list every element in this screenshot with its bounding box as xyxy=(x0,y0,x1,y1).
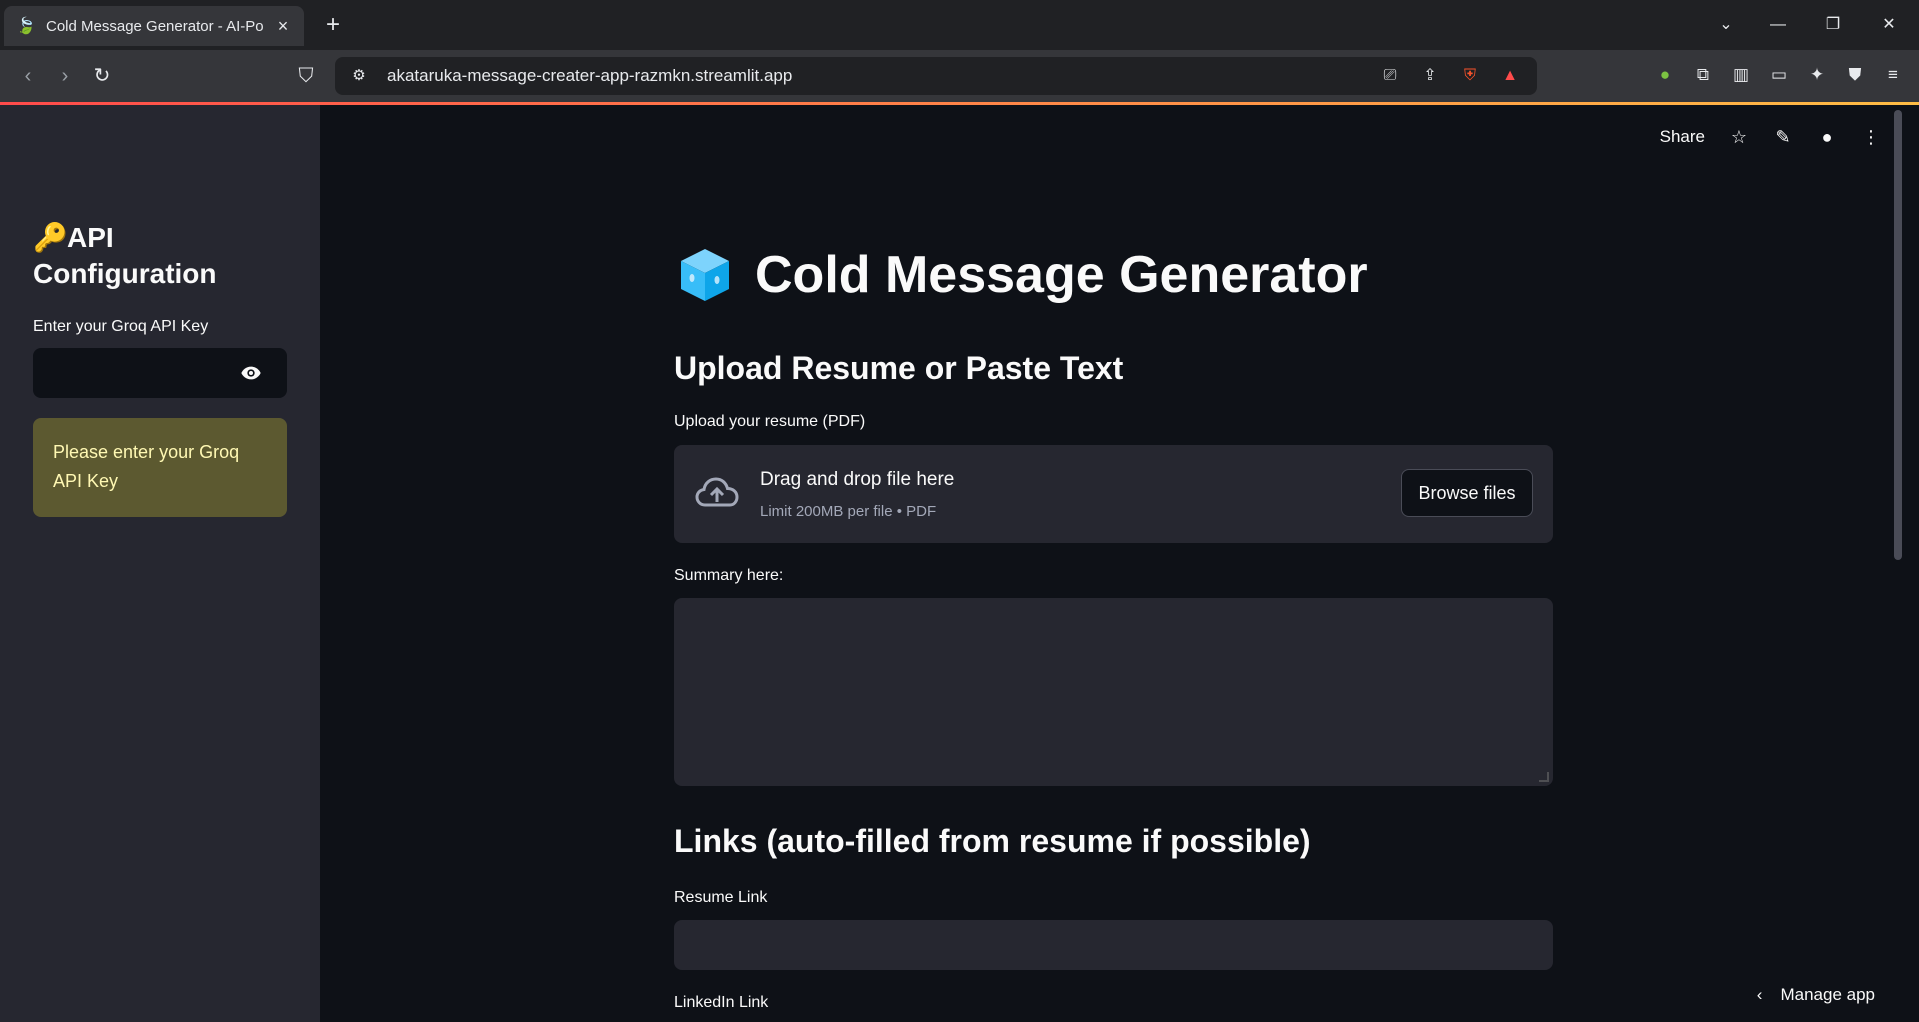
brave-shields-icon[interactable]: ⛨ xyxy=(1457,63,1483,89)
api-key-input[interactable] xyxy=(33,348,287,398)
url-text[interactable]: akataruka-message-creater-app-razmkn.str… xyxy=(387,66,1377,86)
brave-rewards-icon[interactable]: ▲ xyxy=(1497,63,1523,89)
chevron-left-icon: ‹ xyxy=(1756,985,1763,1004)
linkedin-link-label: LinkedIn Link xyxy=(674,994,769,1011)
upload-label: Upload your resume (PDF) xyxy=(674,413,866,430)
links-section-heading: Links (auto-filled from resume if possib… xyxy=(674,823,1311,859)
browse-files-button[interactable]: Browse files xyxy=(1401,469,1533,517)
tab-title: Cold Message Generator - AI-Po xyxy=(46,17,264,35)
ice-cube-icon xyxy=(681,249,729,301)
upload-section-heading: Upload Resume or Paste Text xyxy=(674,350,1124,386)
cloud-upload-icon xyxy=(695,477,739,507)
leo-ai-icon[interactable]: ✦ xyxy=(1805,62,1829,88)
summary-textarea[interactable] xyxy=(674,598,1553,786)
forward-icon[interactable]: › xyxy=(51,62,79,90)
star-icon[interactable]: ☆ xyxy=(1729,127,1749,147)
show-password-icon[interactable] xyxy=(239,362,263,384)
file-dropzone[interactable]: Drag and drop file here Limit 200MB per … xyxy=(674,445,1553,543)
edit-icon[interactable]: ✎ xyxy=(1773,127,1793,147)
reload-icon[interactable]: ↻ xyxy=(88,62,116,90)
main-content: Share ☆ ✎ ● ⋮ Cold Message Generator Upl… xyxy=(320,105,1905,1022)
share-page-icon[interactable]: ⇪ xyxy=(1417,63,1443,89)
menu-icon[interactable]: ≡ xyxy=(1881,62,1905,88)
github-icon[interactable]: ● xyxy=(1817,127,1837,147)
back-icon[interactable]: ‹ xyxy=(14,62,42,90)
sidebar-toggle-icon[interactable]: ▥ xyxy=(1729,62,1753,88)
summary-label: Summary here: xyxy=(674,567,784,584)
extensions-puzzle-icon[interactable]: ⧉ xyxy=(1691,62,1715,88)
close-window-icon[interactable]: ✕ xyxy=(1876,12,1902,38)
minimize-icon[interactable]: — xyxy=(1765,12,1791,38)
resize-handle[interactable] xyxy=(1539,772,1549,782)
more-options-icon[interactable]: ⋮ xyxy=(1861,127,1881,147)
resume-link-label: Resume Link xyxy=(674,889,768,906)
extension-green-icon[interactable]: ● xyxy=(1653,62,1677,88)
resume-link-input[interactable] xyxy=(674,920,1553,970)
manage-app-button[interactable]: ‹ Manage app xyxy=(1757,985,1875,1005)
site-info-icon[interactable]: ⚙ xyxy=(345,62,373,90)
scrollbar-thumb[interactable] xyxy=(1894,110,1902,560)
vpn-icon[interactable]: ⛊ xyxy=(1843,62,1867,88)
new-tab-icon[interactable]: + xyxy=(320,13,346,39)
wallet-icon[interactable]: ▭ xyxy=(1767,62,1791,88)
restore-icon[interactable]: ❐ xyxy=(1820,12,1846,38)
page-title-text: Cold Message Generator xyxy=(755,246,1368,304)
browser-toolbar: ‹ › ↻ ⛉ ⚙ akataruka-message-creater-app-… xyxy=(0,50,1919,102)
tab-search-icon[interactable]: ⌄ xyxy=(1713,12,1739,38)
browser-tab-bar: 🍃 Cold Message Generator - AI-Po × + ⌄ —… xyxy=(0,0,1919,50)
share-button[interactable]: Share xyxy=(1660,127,1705,147)
dropzone-title: Drag and drop file here xyxy=(760,469,955,490)
browser-tab[interactable]: 🍃 Cold Message Generator - AI-Po × xyxy=(4,6,304,46)
close-tab-icon[interactable]: × xyxy=(274,17,292,35)
app-favicon-icon: 🍃 xyxy=(16,18,36,35)
cast-icon[interactable]: ⎚ xyxy=(1377,63,1403,89)
api-key-label: Enter your Groq API Key xyxy=(33,318,209,335)
sidebar-title: 🔑API Configuration xyxy=(33,222,217,289)
api-key-warning: Please enter your Groq API Key xyxy=(33,418,287,517)
dropzone-limit: Limit 200MB per file • PDF xyxy=(760,503,937,520)
page-title: Cold Message Generator xyxy=(675,245,1368,305)
app-header-actions: Share ☆ ✎ ● ⋮ xyxy=(1660,127,1881,147)
manage-app-label: Manage app xyxy=(1780,985,1875,1004)
bookmark-icon[interactable]: ⛉ xyxy=(292,62,320,90)
scrollbar[interactable] xyxy=(1891,105,1905,1022)
key-icon: 🔑 xyxy=(33,222,68,253)
sidebar: 🔑API Configuration Enter your Groq API K… xyxy=(0,105,320,1022)
address-bar[interactable]: ⚙ akataruka-message-creater-app-razmkn.s… xyxy=(335,57,1537,95)
